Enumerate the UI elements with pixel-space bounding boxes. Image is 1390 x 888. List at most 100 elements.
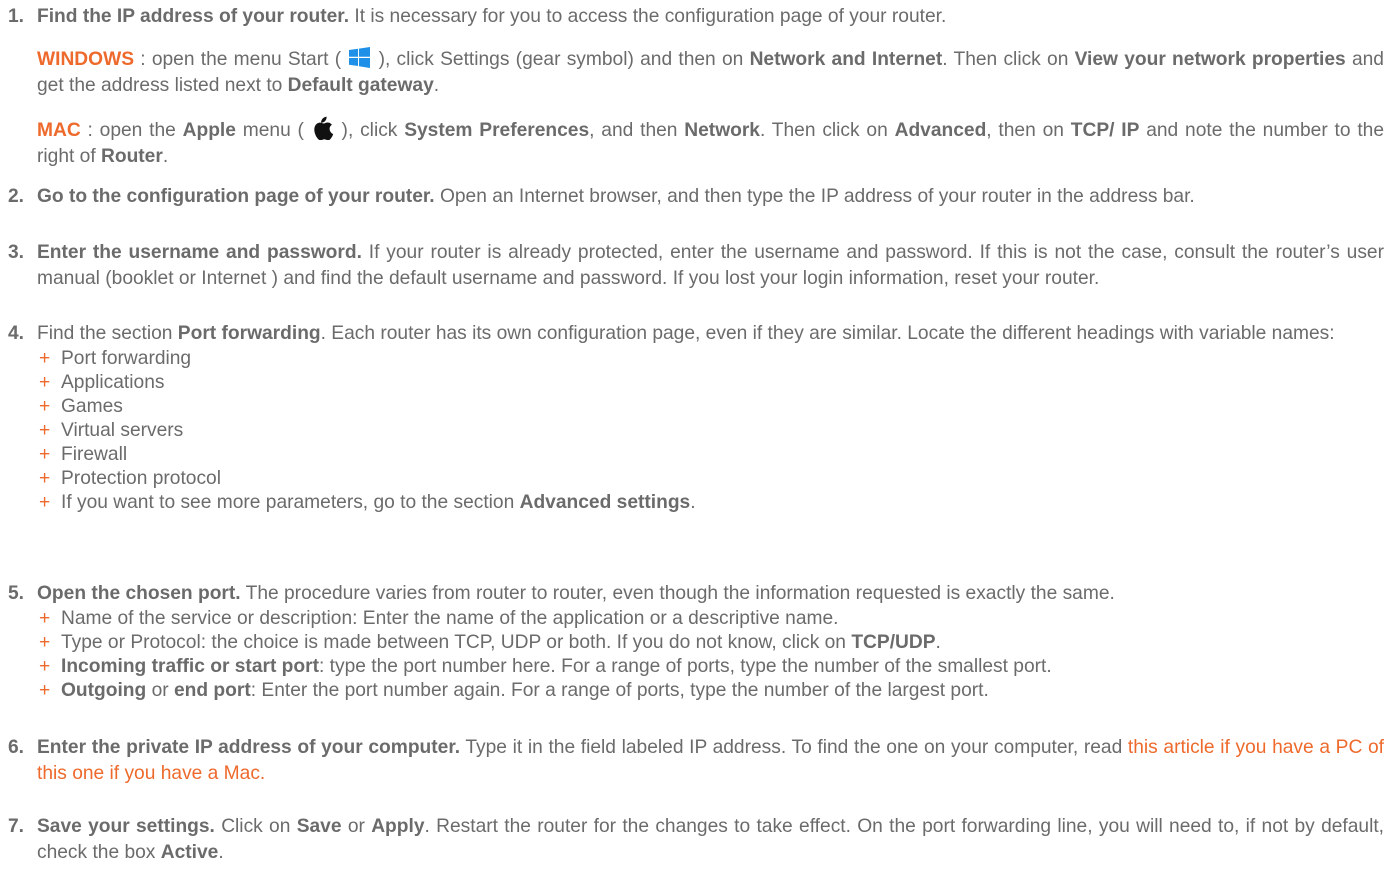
step-title: Enter the private IP address of your com… [37, 737, 461, 758]
step-title: Enter the username and password. [37, 242, 362, 263]
instructions-page: 1. Find the IP address of your router. I… [0, 0, 1390, 888]
text: . Then click on [759, 120, 895, 141]
bold-text: Apply [371, 816, 425, 837]
bold-text: Advanced settings [519, 492, 691, 513]
bold-text: Network and Internet [749, 49, 943, 70]
windows-label: WINDOWS [37, 49, 134, 70]
plus-bullet-icon: + [39, 420, 51, 441]
step-title: Open the chosen port. [37, 583, 241, 604]
port-fields-list: + Name of the service or description: Ent… [0, 607, 1384, 703]
step-text: Open an Internet browser, and then type … [434, 186, 1195, 207]
step-body: Open the chosen port. The procedure vari… [37, 581, 1384, 607]
text: ), click [334, 120, 405, 141]
list-item: + Firewall [39, 443, 1384, 467]
plus-bullet-icon: + [39, 492, 51, 513]
list-item-text: Name of the service or description: Ente… [61, 608, 839, 629]
step-body: Find the IP address of your router. It i… [37, 4, 1384, 30]
list-item: + Virtual servers [39, 419, 1384, 443]
plus-bullet-icon: + [39, 396, 51, 417]
windows-logo-icon [349, 47, 371, 68]
windows-paragraph: WINDOWS : open the menu Start ( ), click… [37, 47, 1384, 99]
step-text: The procedure varies from router to rout… [240, 583, 1115, 604]
heading-list: + Port forwarding + Applications + Games + V… [0, 347, 1384, 515]
list-item-text: Games [61, 396, 123, 417]
bold-text: Apple [182, 120, 236, 141]
mac-article-link[interactable]: this one if you have a Mac [37, 763, 260, 784]
bold-text: TCP/ IP [1070, 120, 1140, 141]
step-5: 5. Open the chosen port. The procedure v… [0, 581, 1384, 703]
list-item-text: Firewall [61, 444, 128, 465]
text: ), click Settings (gear symbol) and then… [372, 49, 750, 70]
text: . [433, 75, 440, 96]
bold-text: View your network properties [1074, 49, 1346, 70]
list-item: + Incoming traffic or start port: type th… [39, 655, 1384, 679]
bold-text: Incoming traffic or start port [61, 656, 319, 677]
step-body: Find the section Port forwarding. Each r… [37, 321, 1384, 347]
apple-logo-icon [314, 116, 333, 140]
step-text: Click on [214, 816, 297, 837]
list-item-text: : type the port number here. For a range… [318, 656, 1052, 677]
plus-bullet-icon: + [39, 372, 51, 393]
bold-text: Port forwarding [177, 323, 321, 344]
plus-bullet-icon: + [39, 468, 51, 489]
bold-text: Advanced [894, 120, 987, 141]
bold-text: Network [684, 120, 760, 141]
list-item-text: . [690, 492, 696, 513]
step-title: Go to the configuration page of your rou… [37, 186, 435, 207]
mac-instructions: MAC : open the Apple menu ( ), click Sys… [0, 116, 1384, 170]
text: . [162, 146, 169, 167]
step-1: 1. Find the IP address of your router. I… [0, 4, 1384, 30]
list-item: + Name of the service or description: Ent… [39, 607, 1384, 631]
list-item-text: If you want to see more parameters, go t… [61, 492, 520, 513]
list-item: + Applications [39, 371, 1384, 395]
step-text: or [341, 816, 372, 837]
windows-instructions: WINDOWS : open the menu Start ( ), click… [0, 47, 1384, 99]
bold-text: Outgoing [61, 680, 147, 701]
text: : open the menu Start ( [134, 49, 348, 70]
step-number: 4. [8, 323, 25, 344]
step-body: Enter the username and password. If your… [37, 240, 1384, 292]
step-number: 7. [8, 816, 25, 837]
list-item: + Outgoing or end port: Enter the port nu… [39, 679, 1384, 703]
list-item-text: Applications [61, 372, 165, 393]
bold-text: Default gateway [287, 75, 434, 96]
text: : open the [80, 120, 183, 141]
list-item-text: or [146, 680, 174, 701]
list-item: + Games [39, 395, 1384, 419]
step-3: 3. Enter the username and password. If y… [0, 240, 1384, 292]
text: menu ( [235, 120, 311, 141]
list-item-text: . [935, 632, 941, 653]
bold-text: Router [101, 146, 163, 167]
step-number: 3. [8, 242, 25, 263]
step-2: 2. Go to the configuration page of your … [0, 184, 1384, 210]
bold-text: Save [296, 816, 342, 837]
text: , and then [589, 120, 685, 141]
pc-article-link[interactable]: this article if you have a PC [1128, 737, 1362, 758]
bold-text: Active [160, 842, 219, 863]
step-4: 4. Find the section Port forwarding. Eac… [0, 321, 1384, 515]
list-item-text: Virtual servers [61, 420, 184, 441]
link-separator: of [1362, 737, 1384, 758]
list-item-text: Type or Protocol: the choice is made bet… [61, 632, 852, 653]
list-item-text: : Enter the port number again. For a ran… [250, 680, 989, 701]
step-title: Save your settings. [37, 816, 215, 837]
list-item-text: Port forwarding [61, 348, 192, 369]
step-number: 6. [8, 737, 25, 758]
step-text: . Each router has its own configuration … [320, 323, 1335, 344]
step-body: Save your settings. Click on Save or App… [37, 814, 1384, 866]
step-number: 5. [8, 583, 25, 604]
list-item: + Port forwarding [39, 347, 1384, 371]
plus-bullet-icon: + [39, 444, 51, 465]
step-text: Find the section [37, 323, 178, 344]
list-item: + Type or Protocol: the choice is made be… [39, 631, 1384, 655]
plus-bullet-icon: + [39, 656, 51, 677]
plus-bullet-icon: + [39, 680, 51, 701]
list-item: + If you want to see more parameters, go … [39, 491, 1384, 515]
step-number: 1. [8, 6, 25, 27]
step-text: It is necessary for you to access the co… [349, 6, 947, 27]
plus-bullet-icon: + [39, 348, 51, 369]
plus-bullet-icon: + [39, 608, 51, 629]
step-6: 6. Enter the private IP address of your … [0, 735, 1384, 787]
bold-text: System Preferences [404, 120, 590, 141]
step-body: Go to the configuration page of your rou… [37, 184, 1384, 210]
